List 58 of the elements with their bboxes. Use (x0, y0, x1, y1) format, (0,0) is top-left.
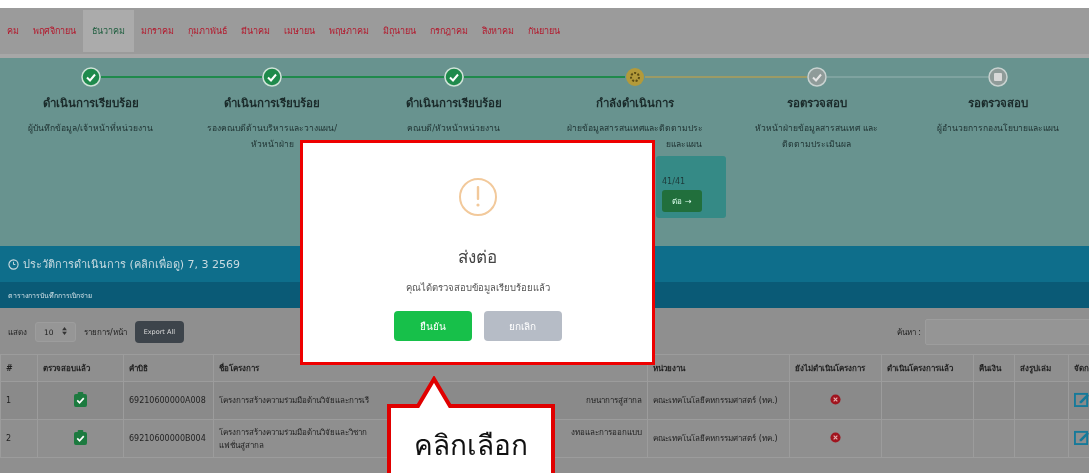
table-cell: 1 (0, 381, 38, 420)
step-description: คณบดี/หัวหน้าหน่วยงาน (406, 122, 502, 135)
month-tab[interactable]: คม (0, 16, 26, 46)
table-cell: 69210600000A008 (123, 381, 214, 420)
history-link[interactable]: ประวัติการดำเนินการ (คลิกเพื่อดู) 7, 3 2569 (23, 255, 241, 273)
step-title: ดำเนินการเรียบร้อย (223, 95, 322, 112)
month-tab[interactable]: กุมภาพันธ์ (181, 16, 234, 46)
month-tab[interactable]: เมษายน (277, 16, 322, 46)
step-title: กำลังดำเนินการ (595, 95, 676, 112)
column-header: คืนเงิน (973, 354, 1015, 382)
column-header: # (0, 354, 38, 382)
column-header: ตรวจสอบแล้ว (37, 354, 124, 382)
month-tab[interactable]: กรกฎาคม (423, 16, 475, 46)
column-header: จัดก (1068, 354, 1089, 382)
step-description: รองคณบดีด้านบริหารและวางแผน/ (206, 122, 339, 135)
month-tab[interactable]: มีนาคม (234, 16, 277, 46)
step-description: หัวหน้าฝ่าย (249, 138, 295, 151)
cancel-button[interactable]: ยกเลิก (483, 311, 562, 341)
column-header: ดำเนินโครงการแล้ว (881, 354, 974, 382)
month-tab[interactable]: พฤษภาคม (322, 16, 376, 46)
column-header: ยังไม่ดำเนินโครงการ (789, 354, 882, 382)
confirm-button[interactable]: ยืนยัน (393, 311, 472, 341)
month-tab[interactable]: มิถุนายน (376, 16, 423, 46)
step-title: ดำเนินการเรียบร้อย (41, 95, 140, 112)
callout-text: คลิกเลือก (414, 429, 528, 462)
show-label: แสดง (8, 326, 27, 339)
month-tab[interactable]: กันยายน (521, 16, 567, 46)
dialog-message: คุณได้ตรวจสอบข้อมูลเรียบร้อยแล้ว (405, 281, 550, 295)
column-header: ส่งรูปเล่ม (1014, 354, 1069, 382)
project-name: แฟชั่นสู่สากล (218, 440, 264, 450)
step-description: ฝ่ายข้อมูลสารสนเทศและติดตามประ (566, 122, 705, 136)
dialog-title: ส่งต่อ (458, 246, 497, 269)
column-header: คำบิธิ (123, 354, 214, 382)
month-tab[interactable]: ธันวาคม (83, 10, 134, 52)
step-description: ผู้บันทึกข้อมูล/เจ้าหน้าที่หน่วยงาน (27, 121, 155, 136)
step-title: รอตรวจสอบ (967, 95, 1030, 112)
month-tab[interactable]: พฤศจิกายน (26, 16, 83, 46)
step-description: หัวหน้าฝ่ายข้อมูลสารสนเทศ และ (754, 122, 880, 136)
project-name: โครงการสร้างความร่วมมือด้านวิจัยและการเรี (218, 395, 369, 407)
month-tab[interactable]: มกราคม (134, 16, 181, 46)
step-title: รอตรวจสอบ (785, 95, 848, 112)
table-cell: 2 (0, 419, 38, 458)
column-header: หน่วยงาน (647, 354, 790, 382)
project-name: งทอและการออกแบบ (571, 426, 643, 439)
step-title: ดำเนินการเรียบร้อย (404, 95, 503, 112)
month-tab[interactable]: สิงหาคม (475, 16, 521, 46)
table-cell: คณะเทคโนโลยีคหกรรมศาสตร์ (ทค.) (647, 419, 790, 458)
table-cell: คณะเทคโนโลยีคหกรรมศาสตร์ (ทค.) (647, 381, 790, 420)
progress-count: 41/41 (662, 177, 687, 186)
step-description: ยและแผน (666, 138, 702, 151)
step-description: ติดตามประเมินผล (781, 138, 853, 151)
step-description: ผู้อำนวยการกองนโยบายและแผน (936, 122, 1061, 136)
search-label: ค้นหา : (896, 326, 921, 339)
per-page-label: รายการ/หน้า (83, 326, 127, 339)
table-cell: 69210600000B004 (123, 419, 214, 458)
project-name: กษนาการสู่สากล (586, 395, 643, 407)
forward-button[interactable]: ต่อ → (662, 190, 702, 212)
project-name: โครงการสร้างความร่วมมือด้านวิจัยและวิชาก (218, 426, 367, 439)
